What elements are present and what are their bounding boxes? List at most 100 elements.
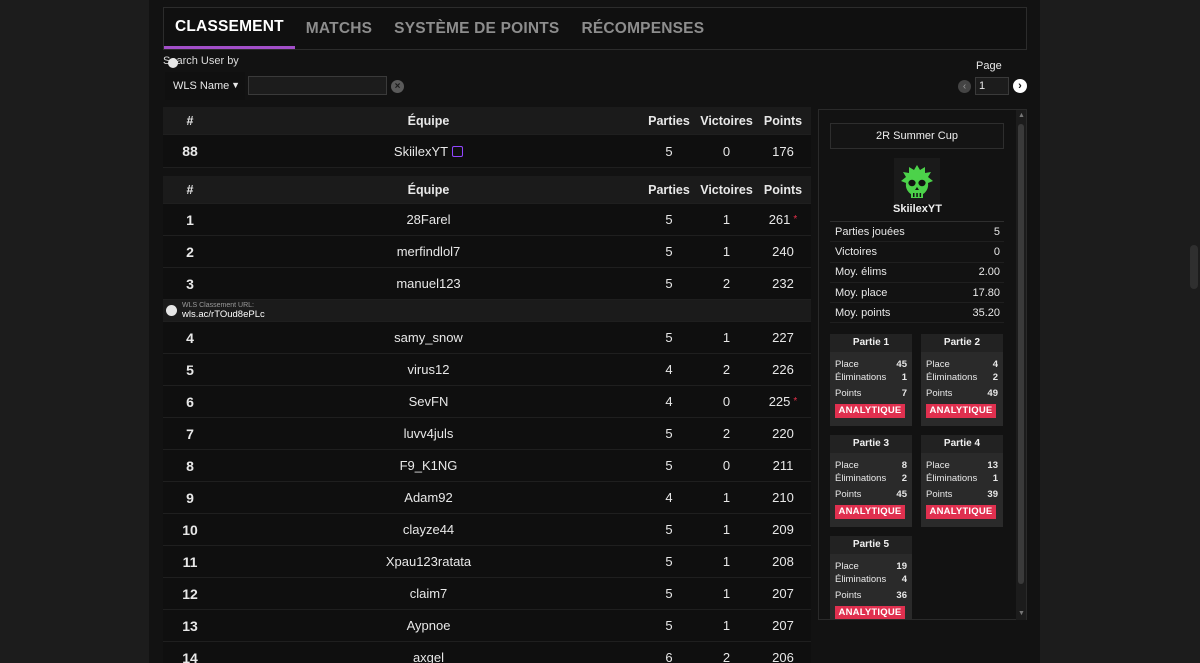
game-body: Place 4 Éliminations 2 Points 49 ANALYTIQUE xyxy=(921,352,1003,418)
team: clayze44 xyxy=(402,522,455,537)
wins: 2 xyxy=(722,276,731,291)
table-row[interactable]: 14 axgel 6 2 206 xyxy=(163,642,811,663)
rank: 4 xyxy=(186,329,194,346)
scroll-down-icon[interactable]: ▼ xyxy=(1018,610,1025,617)
analytics-button[interactable]: ANALYTIQUE xyxy=(835,404,905,418)
search-input[interactable] xyxy=(248,76,387,95)
table-row[interactable]: 4 samy_snow 5 1 227 xyxy=(163,322,811,354)
game-body: Place 8 Éliminations 2 Points 45 ANALYTIQUE xyxy=(830,453,912,519)
points-value: 225 xyxy=(768,394,791,409)
table-row[interactable]: 7 luvv4juls 5 2 220 xyxy=(163,418,811,450)
analytics-button[interactable]: ANALYTIQUE xyxy=(835,606,905,619)
points: 227 xyxy=(755,330,811,345)
table-row[interactable]: 10 clayze44 5 1 209 xyxy=(163,514,811,546)
window-scrollbar[interactable] xyxy=(1190,245,1198,289)
team: SkiilexYT xyxy=(217,144,640,159)
table-row[interactable]: 11 Xpau123ratata 5 1 208 xyxy=(163,546,811,578)
game-points-value: 45 xyxy=(896,489,907,500)
rank: 1 xyxy=(186,211,194,228)
stat-row: Moy. élims 2.00 xyxy=(830,263,1004,283)
points: 240 xyxy=(755,244,811,259)
games: 5 xyxy=(665,522,673,537)
stat-row: Victoires 0 xyxy=(830,242,1004,263)
rank: 2 xyxy=(186,243,194,260)
table-row[interactable]: 5 virus12 4 2 226 xyxy=(163,354,811,386)
stat-label: Parties jouées xyxy=(835,225,905,238)
game-points-label: Points xyxy=(835,388,862,399)
games: 6 xyxy=(665,650,673,663)
team: luvv4juls xyxy=(403,426,454,441)
game-place-label: Place xyxy=(835,561,859,572)
team: manuel123 xyxy=(396,276,461,291)
game-elims-label: Éliminations xyxy=(926,372,978,383)
table-row[interactable]: 3 manuel123 5 2 232 xyxy=(163,268,811,300)
points: 206 xyxy=(755,650,811,663)
flag-icon: * xyxy=(793,396,798,407)
points-value: 206 xyxy=(772,650,794,663)
game-cards: Partie 1 Place 45 Éliminations 1 Points 7 ANALY… xyxy=(830,334,1006,619)
wins: 1 xyxy=(722,330,731,345)
points-value: 210 xyxy=(772,490,794,505)
table-row[interactable]: 2 merfindlol7 5 1 240 xyxy=(163,236,811,268)
page-prev-icon[interactable]: ‹ xyxy=(958,80,971,93)
points: 226 xyxy=(755,362,811,377)
rank: 8 xyxy=(186,457,194,474)
tab-systeme-de-points[interactable]: SYSTÈME DE POINTS xyxy=(383,8,570,49)
url-label: WLS Classement URL: xyxy=(182,301,254,309)
team: Aypnoe xyxy=(406,618,451,633)
game-points-value: 49 xyxy=(987,388,998,399)
current-user-row[interactable]: 88 SkiilexYT 5 0 176 xyxy=(163,135,811,168)
wins: 1 xyxy=(722,490,731,505)
game-card: Partie 4 Place 13 Éliminations 1 Points 39 ANAL… xyxy=(921,435,1003,527)
analytics-button[interactable]: ANALYTIQUE xyxy=(835,505,905,519)
points: 207 xyxy=(755,586,811,601)
game-elims-row: Éliminations 2 xyxy=(835,472,907,485)
wins: 2 xyxy=(722,362,731,377)
wins: 1 xyxy=(722,212,731,227)
wins: 1 xyxy=(722,244,731,259)
games: 4 xyxy=(665,490,673,505)
table-row[interactable]: 6 SevFN 4 0 225 * xyxy=(163,386,811,418)
table-row[interactable]: 1 28Farel 5 1 261 * xyxy=(163,204,811,236)
rows-bottom: 4 samy_snow 5 1 227 5 virus12 4 2 226 6 SevFN 4 0 225 *… xyxy=(163,322,811,663)
page-next-icon[interactable]: › xyxy=(1013,79,1027,93)
col-rank: # xyxy=(186,113,194,128)
analytics-button[interactable]: ANALYTIQUE xyxy=(926,505,996,519)
table-header: # Équipe Parties Victoires Points xyxy=(163,107,811,135)
points-value: 261 xyxy=(768,212,791,227)
stat-row: Parties jouées 5 xyxy=(830,222,1004,243)
games: 5 xyxy=(665,554,673,569)
table-row[interactable]: 13 Aypnoe 5 1 207 xyxy=(163,610,811,642)
rank: 7 xyxy=(186,425,194,442)
points: 207 xyxy=(755,618,811,633)
team: claim7 xyxy=(409,586,448,601)
divider xyxy=(163,168,811,176)
twitch-icon[interactable] xyxy=(452,145,464,157)
panel-scrollbar[interactable]: ▲ ▼ xyxy=(1016,110,1026,620)
scroll-up-icon[interactable]: ▲ xyxy=(1018,112,1025,119)
wins: 1 xyxy=(722,618,731,633)
stat-label: Moy. place xyxy=(835,286,888,299)
clear-search-icon[interactable]: × xyxy=(391,80,404,93)
page-input[interactable] xyxy=(975,77,1009,95)
game-elims-row: Éliminations 2 xyxy=(926,371,998,384)
search-by-select[interactable]: WLS Name ▼ xyxy=(165,72,245,100)
points: 211 xyxy=(755,458,811,473)
game-place-row: Place 8 xyxy=(835,459,907,472)
team: Adam92 xyxy=(404,490,453,505)
tab-matchs[interactable]: MATCHS xyxy=(295,8,383,49)
game-place-label: Place xyxy=(835,460,859,471)
url-link[interactable]: wls.ac/rTOud8ePLc xyxy=(182,310,265,320)
tab-classement[interactable]: CLASSEMENT xyxy=(164,8,295,49)
tab-recompenses[interactable]: RÉCOMPENSES xyxy=(570,8,715,49)
table-row[interactable]: 8 F9_K1NG 5 0 211 xyxy=(163,450,811,482)
game-elims-value: 4 xyxy=(901,574,907,585)
wins: 0 xyxy=(722,394,731,409)
scroll-thumb[interactable] xyxy=(1018,124,1024,584)
game-place-row: Place 13 xyxy=(926,459,998,472)
analytics-button[interactable]: ANALYTIQUE xyxy=(926,404,996,418)
rank: 6 xyxy=(186,393,194,410)
table-row[interactable]: 12 claim7 5 1 207 xyxy=(163,578,811,610)
game-card: Partie 5 Place 19 Éliminations 4 Points 36 ANAL… xyxy=(830,536,912,619)
table-row[interactable]: 9 Adam92 4 1 210 xyxy=(163,482,811,514)
